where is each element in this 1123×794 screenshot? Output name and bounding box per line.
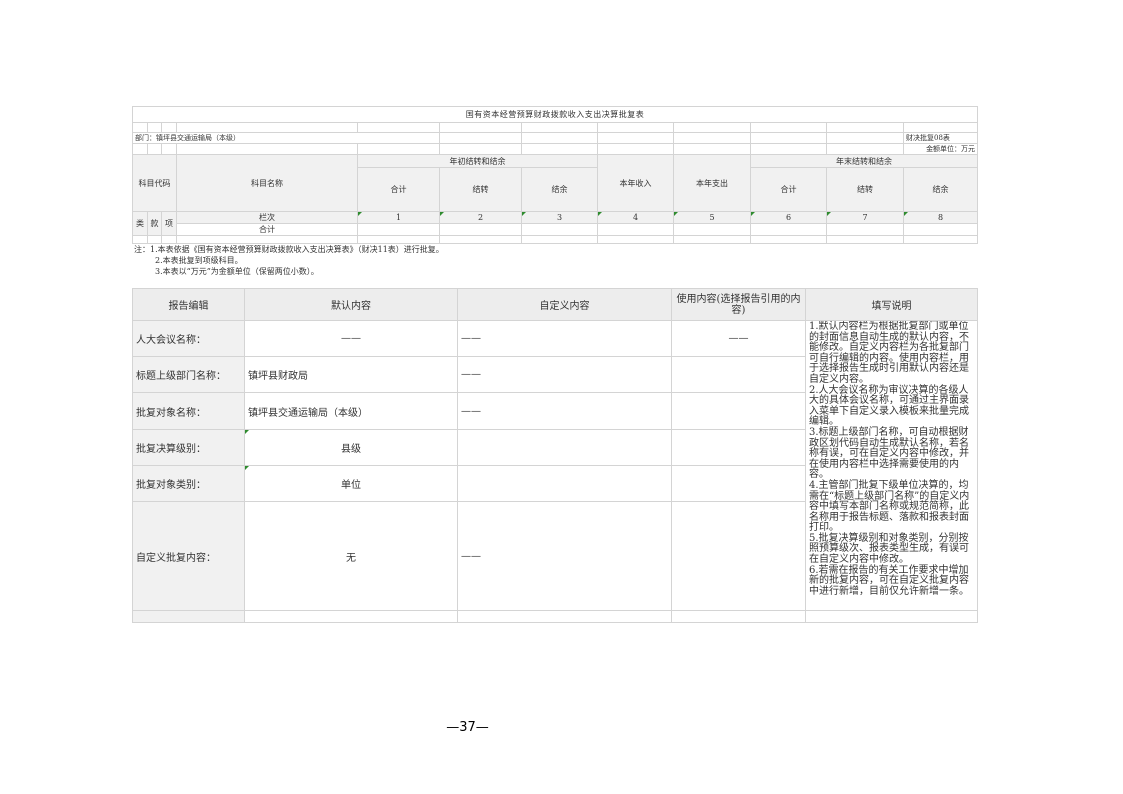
category-kuan: 款 (147, 211, 162, 236)
npc-meeting-use-select[interactable]: —— (671, 320, 806, 357)
column-number: 7 (826, 211, 904, 224)
column-number: 2 (439, 211, 522, 224)
subject-code-header: 科目代码 (132, 154, 177, 212)
total-row-label: 合计 (176, 223, 358, 236)
income-header: 本年收入 (597, 154, 674, 212)
explanation-item: 4.主管部门批复下级单位决算的，均需在“标题上级部门名称”的自定义内容中填写本部… (809, 479, 970, 534)
approval-target-default: 镇坪县交通运输局（本级） (244, 392, 458, 430)
report-edit-table: 报告编辑 默认内容 自定义内容 使用内容(选择报告引用的内容) 填写说明 人大会… (132, 288, 978, 623)
explanation-item: 2.人大会议名称为审议决算的各级人大的具体会议名称，可通过主界面录入菜单下自定义… (809, 384, 969, 428)
target-category-use-select[interactable] (671, 465, 806, 502)
note-line-3: 3.本表以“万元”为金额单位（保留两位小数）。 (155, 267, 319, 276)
category-xiang: 项 (161, 211, 177, 236)
approval-target-use-select[interactable] (671, 392, 806, 430)
amount-unit: 金额单位：万元 (902, 143, 979, 155)
custom-content-header: 自定义内容 (457, 288, 672, 321)
approval-level-label: 批复决算级别： (132, 429, 245, 466)
sheet-title: 国有资本经营预算财政拨款收入支出决算批复表 (131, 106, 979, 123)
approval-target-custom-input[interactable]: —— (457, 392, 672, 430)
start-balance-group-header: 年初结转和结余 (357, 154, 598, 168)
superior-dept-label: 标题上级部门名称： (132, 356, 245, 393)
final-accounts-sheet: 国有资本经营预算财政拨款收入支出决算批复表 部门：镇坪县交通运输局（本级） 财决… (131, 106, 979, 244)
table-code: 财决批复08表 (902, 132, 979, 144)
npc-meeting-custom-input[interactable]: —— (457, 320, 672, 357)
report-edit-header: 报告编辑 (132, 288, 245, 321)
end-balance-group-header: 年末结转和结余 (749, 154, 979, 168)
explanation-header: 填写说明 (805, 288, 978, 321)
column-number: 8 (902, 211, 979, 224)
end-carry-header: 结转 (826, 167, 904, 212)
target-category-default: 单位 (244, 465, 458, 502)
note-line-2: 2.本表批复到项级科目。 (155, 256, 243, 265)
start-carry-header: 结转 (439, 167, 522, 212)
default-content-header: 默认内容 (244, 288, 458, 321)
npc-meeting-label: 人大会议名称： (132, 320, 245, 357)
department-label: 部门：镇坪县交通运输局（本级） (132, 132, 440, 144)
approval-level-default: 县级 (244, 429, 458, 466)
end-total-header: 合计 (750, 167, 827, 212)
superior-dept-custom-input[interactable]: —— (457, 356, 672, 393)
start-surplus-header: 结余 (521, 167, 598, 212)
note-line-1: 注：1.本表依据《国有资本经营预算财政拨款收入支出决算表》（财决11表）进行批复… (134, 245, 444, 254)
explanation-text: 1.默认内容栏为根据批复部门或单位的封面信息自动生成的默认内容，不能修改。自定义… (805, 320, 978, 611)
use-content-header: 使用内容(选择报告引用的内容) (671, 288, 806, 321)
approval-level-custom-input[interactable] (457, 429, 672, 466)
end-surplus-header: 结余 (902, 167, 979, 212)
superior-dept-use-select[interactable] (671, 356, 806, 393)
column-number: 6 (750, 211, 827, 224)
custom-approval-label: 自定义批复内容： (132, 501, 245, 611)
notes: 注：1.本表依据《国有资本经营预算财政拨款收入支出决算表》（财决11表）进行批复… (134, 244, 974, 277)
expense-header: 本年支出 (673, 154, 751, 212)
explanation-item: 5.批复决算级别和对象类别，分别按照预算级次、报表类型生成，有误可在自定义内容中… (809, 532, 969, 566)
column-number: 5 (673, 211, 751, 224)
custom-approval-use-select[interactable] (671, 501, 806, 611)
subject-name-header: 科目名称 (176, 154, 358, 212)
superior-dept-default: 镇坪县财政局 (244, 356, 458, 393)
column-number: 3 (521, 211, 598, 224)
target-category-custom-input[interactable] (457, 465, 672, 502)
explanation-item: 6.若需在报告的有关工作要求中增加新的批复内容，可在自定义批复内容中进行新增，目… (809, 564, 969, 597)
start-total-header: 合计 (357, 167, 440, 212)
explanation-item: 1.默认内容栏为根据批复部门或单位的封面信息自动生成的默认内容，不能修改。自定义… (809, 321, 969, 385)
page-number: —37— (446, 720, 489, 735)
npc-meeting-default: —— (244, 320, 458, 357)
explanation-item: 3.标题上级部门名称，可自动根据财政区划代码自动生成默认名称，若名称有误，可在自… (809, 426, 969, 481)
custom-approval-custom-input[interactable]: —— (457, 501, 672, 611)
approval-target-label: 批复对象名称： (132, 392, 245, 430)
column-number: 4 (597, 211, 674, 224)
target-category-label: 批复对象类别： (132, 465, 245, 502)
custom-approval-default: 无 (244, 501, 458, 611)
approval-level-use-select[interactable] (671, 429, 806, 466)
column-number-label: 栏次 (176, 211, 358, 224)
category-lei: 类 (132, 211, 148, 236)
column-number: 1 (357, 211, 440, 224)
